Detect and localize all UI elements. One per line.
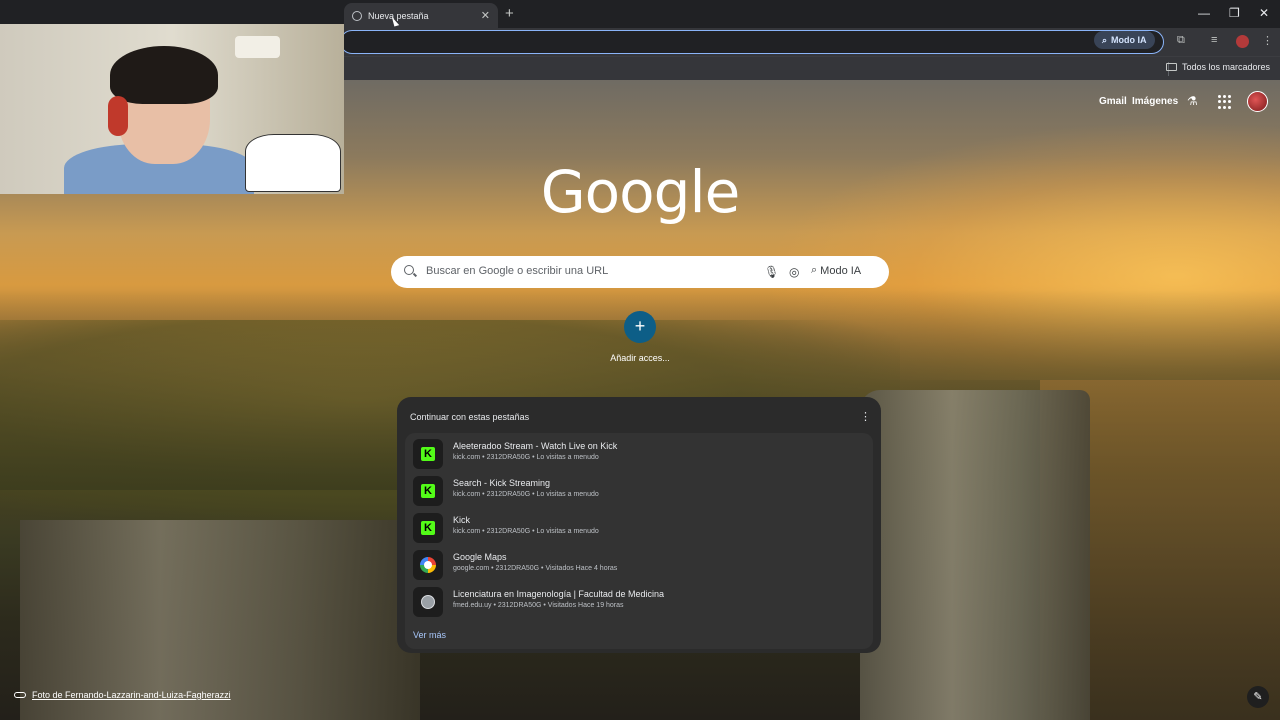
search-ai-mode-button[interactable]: ⌕ Modo IA [811, 264, 861, 277]
item-title: Google Maps [453, 552, 507, 562]
chrome-icon [352, 10, 362, 21]
cliff-right [860, 390, 1090, 720]
webcam-air-conditioner [235, 36, 280, 58]
account-avatar[interactable] [1247, 91, 1268, 112]
item-title: Licenciatura en Imagenología | Facultad … [453, 589, 664, 599]
see-more-link[interactable]: Ver más [413, 630, 446, 640]
labs-flask-icon[interactable]: ⚗ [1187, 94, 1198, 108]
kick-icon: K [413, 476, 443, 506]
add-shortcut-button[interactable]: + [624, 311, 656, 343]
globe-icon [413, 587, 443, 617]
item-subtitle: kick.com • 2312DRA50G • Lo visitas a men… [453, 528, 599, 535]
profile-avatar-small[interactable] [1236, 35, 1249, 48]
link-icon [14, 692, 26, 698]
all-bookmarks-button[interactable]: Todos los marcadores [1165, 62, 1270, 72]
images-link[interactable]: Imágenes [1132, 96, 1178, 107]
photo-credit-text: Foto de Fernando-Lazzarin-and-Luiza-Fagh… [32, 690, 231, 700]
microphone-icon[interactable]: 🎙 [764, 265, 779, 279]
ai-mode-label: Modo IA [1111, 35, 1147, 45]
tab-title: Nueva pestaña [368, 10, 429, 21]
webcam-headphones [108, 96, 128, 136]
gmail-link[interactable]: Gmail [1099, 96, 1127, 107]
item-title: Aleeteradoo Stream - Watch Live on Kick [453, 441, 618, 451]
item-subtitle: kick.com • 2312DRA50G • Lo visitas a men… [453, 454, 599, 461]
kick-icon: K [413, 439, 443, 469]
folder-icon [1165, 63, 1177, 71]
list-item[interactable]: K Kick kick.com • 2312DRA50G • Lo visita… [413, 510, 873, 544]
list-item[interactable]: Licenciatura en Imagenología | Facultad … [413, 584, 873, 618]
continue-panel-title: Continuar con estas pestañas [410, 412, 530, 422]
panel-menu-icon[interactable]: ⋮ [860, 410, 871, 423]
address-bar[interactable] [340, 30, 1164, 54]
webcam-cat-sticker [245, 134, 341, 192]
item-subtitle: fmed.edu.uy • 2312DRA50G • Visitados Hac… [453, 602, 624, 609]
item-title: Search - Kick Streaming [453, 478, 551, 488]
photo-credit-link[interactable]: Foto de Fernando-Lazzarin-and-Luiza-Fagh… [14, 690, 231, 700]
google-logo: Google [540, 158, 741, 226]
search-ai-mode-label: Modo IA [820, 264, 862, 277]
add-shortcut-label[interactable]: Añadir acces... [600, 353, 680, 363]
list-item[interactable]: K Aleeteradoo Stream - Watch Live on Kic… [413, 436, 873, 470]
kick-icon: K [413, 513, 443, 543]
puzzle-icon[interactable]: ⧉ [1177, 34, 1185, 47]
tab-new-tab[interactable]: Nueva pestaña ✕ [344, 3, 498, 28]
browser-menu-icon[interactable]: ⋮ [1262, 34, 1273, 47]
minimize-button[interactable]: — [1198, 6, 1210, 20]
close-tab-icon[interactable]: ✕ [481, 9, 490, 22]
media-icon[interactable]: ≡ [1211, 34, 1217, 46]
ai-mode-chip[interactable]: ⌕ Modo IA [1094, 31, 1155, 49]
continue-panel-list: K Aleeteradoo Stream - Watch Live on Kic… [405, 433, 873, 649]
maximize-button[interactable]: ❐ [1229, 6, 1240, 20]
search-box[interactable]: Buscar en Google o escribir una URL 🎙 ◎ … [391, 256, 889, 288]
list-item[interactable]: K Search - Kick Streaming kick.com • 231… [413, 473, 873, 507]
close-window-button[interactable]: ✕ [1259, 6, 1269, 20]
item-subtitle: google.com • 2312DRA50G • Visitados Hace… [453, 565, 618, 572]
ai-mode-search-icon: ⌕ [811, 264, 818, 276]
webcam-overlay [0, 24, 344, 194]
customize-pencil-icon[interactable]: ✎ [1247, 686, 1269, 708]
apps-grid-icon[interactable] [1218, 95, 1232, 109]
search-placeholder: Buscar en Google o escribir una URL [426, 265, 609, 277]
google-icon [413, 550, 443, 580]
item-title: Kick [453, 515, 471, 525]
search-icon [404, 265, 414, 275]
lens-camera-icon[interactable]: ◎ [789, 265, 799, 279]
new-tab-button[interactable]: + [505, 5, 514, 22]
list-item[interactable]: Google Maps google.com • 2312DRA50G • Vi… [413, 547, 873, 581]
ai-search-icon: ⌕ [1102, 34, 1108, 45]
continue-tabs-panel: Continuar con estas pestañas ⋮ K Aleeter… [397, 397, 881, 653]
webcam-person-hair [110, 46, 218, 104]
all-bookmarks-label: Todos los marcadores [1181, 62, 1270, 72]
item-subtitle: kick.com • 2312DRA50G • Lo visitas a men… [453, 491, 599, 498]
